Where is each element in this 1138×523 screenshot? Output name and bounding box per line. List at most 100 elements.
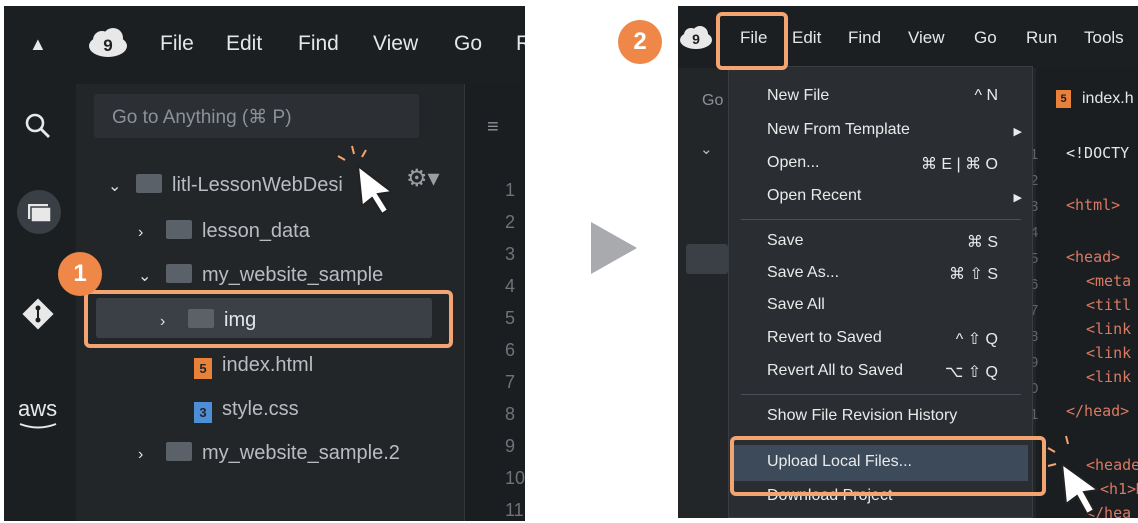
menu-item-show-file-revision-history[interactable]: Show File Revision History xyxy=(767,407,957,425)
menu-edit[interactable]: Edit xyxy=(226,32,262,56)
menu-find[interactable]: Find xyxy=(848,28,881,48)
shortcut: ^ ⇧ Q xyxy=(955,331,998,348)
line-number: 8 xyxy=(505,404,516,424)
code-line: <html> xyxy=(1066,196,1121,214)
next-step-arrow-icon xyxy=(591,222,637,274)
code-line: <head> xyxy=(1066,248,1121,266)
line-number: 7 xyxy=(505,372,516,392)
shortcut: ^ N xyxy=(974,87,998,104)
highlight-upload-local-files xyxy=(730,436,1046,496)
menu-tools[interactable]: Tools xyxy=(1084,28,1124,48)
tab-title: index.h xyxy=(1082,90,1134,107)
ide-panel-left: ▲ 9 File Edit Find View Go R aws Go to A… xyxy=(4,6,525,521)
menu-item-save-all[interactable]: Save All xyxy=(767,296,825,314)
editor-tab[interactable]: 5 index.h xyxy=(1036,68,1138,128)
code-line: <titl xyxy=(1086,296,1132,314)
menu-go[interactable]: Go xyxy=(974,28,997,48)
chevron-right-icon[interactable]: › xyxy=(138,446,166,464)
go-to-anything-input[interactable]: Go to Anything (⌘ P) xyxy=(94,94,419,138)
tree-label: my_website_sample xyxy=(202,264,384,286)
menu-run[interactable]: R xyxy=(516,32,525,56)
line-number: 1 xyxy=(505,180,516,200)
svg-text:9: 9 xyxy=(103,36,112,55)
tree-folder-my-website-sample[interactable]: ⌄ my_website_sample xyxy=(138,264,383,287)
shortcut: ⌘ E | ⌘ O xyxy=(920,156,998,173)
menu-item-save[interactable]: Save xyxy=(767,232,803,250)
selected-row-bg xyxy=(686,244,728,274)
menu-separator xyxy=(741,394,1021,395)
chevron-down-icon[interactable]: ⌄ xyxy=(108,176,136,196)
activity-bar: aws xyxy=(4,84,76,521)
css3-icon: 3 xyxy=(194,402,212,423)
code-line: <link xyxy=(1086,368,1132,386)
code-line: </head> xyxy=(1066,402,1130,420)
line-number: 5 xyxy=(505,308,516,328)
menu-view[interactable]: View xyxy=(908,28,945,48)
mouse-pointer-icon xyxy=(332,144,404,223)
menu-item-new-file[interactable]: New File xyxy=(767,87,829,105)
step-badge-1: 1 xyxy=(58,252,102,296)
sidebar-behind-menu: Go ⌄ xyxy=(678,68,728,518)
hamburger-icon[interactable]: ≡ xyxy=(487,116,499,139)
menu-item-open[interactable]: Open... xyxy=(767,154,819,172)
ide-panel-right: 9 File Edit Find View Go Run Tools Go ⌄ … xyxy=(678,6,1138,518)
chevron-right-icon[interactable]: › xyxy=(138,224,166,242)
folder-icon xyxy=(136,174,162,193)
shortcut: ⌘ S xyxy=(966,234,998,251)
cloud9-logo-icon[interactable]: 9 xyxy=(678,24,714,57)
tree-folder-my-website-sample-2[interactable]: › my_website_sample.2 xyxy=(138,442,400,465)
tree-root-folder[interactable]: ⌄ litl-LessonWebDesi xyxy=(108,174,343,197)
shortcut: ⌥ ⇧ Q xyxy=(944,364,998,381)
code-line: <h1>M xyxy=(1100,480,1138,498)
gear-icon[interactable]: ⚙▾ xyxy=(406,164,440,193)
code-line: <!DOCTY xyxy=(1066,144,1130,162)
menu-separator xyxy=(741,219,1021,220)
cloud9-logo-icon[interactable]: 9 xyxy=(86,26,130,67)
aws-icon[interactable]: aws xyxy=(18,396,58,430)
highlight-img-folder xyxy=(84,290,453,348)
menu-item-save-as[interactable]: Save As... xyxy=(767,264,839,282)
menu-go[interactable]: Go xyxy=(454,32,482,56)
code-line: <link xyxy=(1086,344,1132,362)
menu-run[interactable]: Run xyxy=(1026,28,1057,48)
menu-file[interactable]: File xyxy=(160,32,194,56)
highlight-file-menu xyxy=(716,12,788,70)
shortcut: ⌘ ⇧ S xyxy=(949,266,998,283)
tree-label: style.css xyxy=(222,398,299,420)
menu-view[interactable]: View xyxy=(373,32,418,56)
menu-find[interactable]: Find xyxy=(298,32,339,56)
collapse-arrow-icon[interactable]: ▲ xyxy=(29,34,47,55)
menu-item-new-from-template[interactable]: New From Template xyxy=(767,121,910,139)
aws-label: aws xyxy=(18,396,58,421)
folder-icon xyxy=(166,264,192,283)
menu-item-open-recent[interactable]: Open Recent xyxy=(767,187,861,205)
code-line: <link xyxy=(1086,320,1132,338)
menu-bar: ▲ 9 File Edit Find View Go R xyxy=(4,6,525,84)
editor-gutter: ≡ 1 2 3 4 5 6 7 8 9 10 11 xyxy=(464,84,525,521)
tree-label: litl-LessonWebDesi xyxy=(172,174,343,196)
search-icon[interactable] xyxy=(24,112,52,145)
line-number: 10 xyxy=(505,468,525,488)
tree-label: my_website_sample.2 xyxy=(202,442,400,464)
line-number: 2 xyxy=(505,212,516,232)
submenu-arrow-icon: ▶ xyxy=(1013,126,1022,138)
step-badge-2: 2 xyxy=(618,20,662,64)
tree-file-index-html[interactable]: 5 index.html xyxy=(194,354,313,379)
tree-folder-lesson-data[interactable]: › lesson_data xyxy=(138,220,310,243)
menu-edit[interactable]: Edit xyxy=(792,28,821,48)
menu-item-revert-to-saved[interactable]: Revert to Saved xyxy=(767,329,882,347)
chevron-down-icon[interactable]: ⌄ xyxy=(700,140,713,158)
search-input-fragment[interactable]: Go xyxy=(702,92,723,110)
line-number: 11 xyxy=(505,500,524,520)
git-icon[interactable] xyxy=(20,296,56,337)
folder-icon xyxy=(166,442,192,461)
html5-icon: 5 xyxy=(1056,90,1071,108)
menu-item-revert-all-to-saved[interactable]: Revert All to Saved xyxy=(767,362,903,380)
chevron-down-icon[interactable]: ⌄ xyxy=(138,266,166,286)
file-explorer-icon[interactable] xyxy=(16,189,62,240)
tree-file-style-css[interactable]: 3 style.css xyxy=(194,398,299,423)
html5-icon: 5 xyxy=(194,358,212,379)
svg-text:9: 9 xyxy=(692,31,700,47)
tree-label: lesson_data xyxy=(202,220,310,242)
line-number: 4 xyxy=(505,276,516,296)
